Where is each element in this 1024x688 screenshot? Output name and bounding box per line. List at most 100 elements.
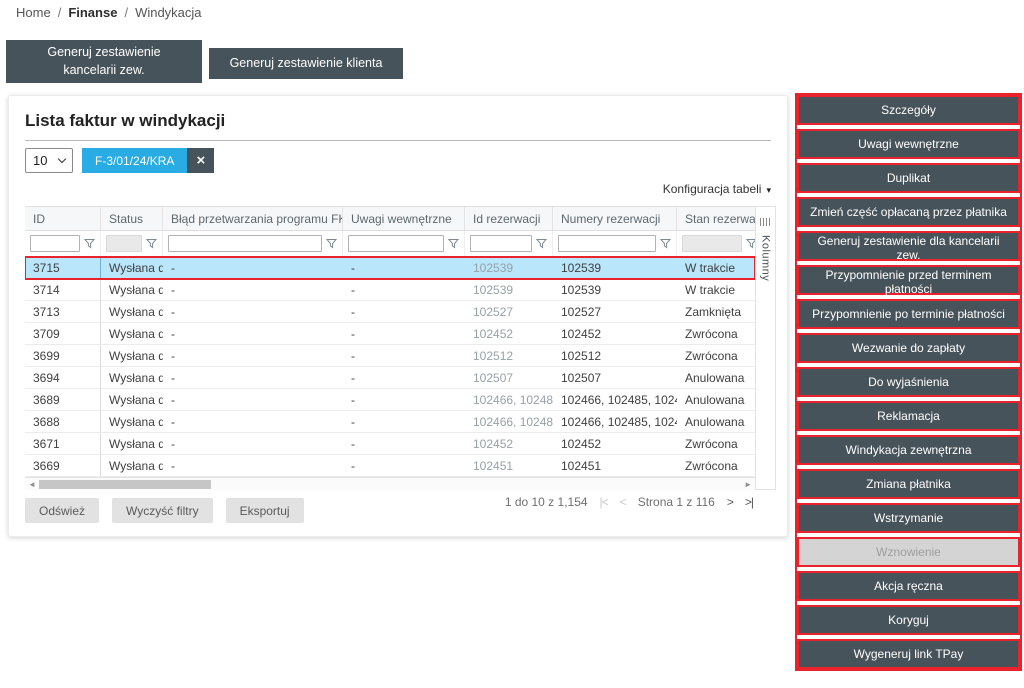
- filter-input-numery-rezerwacji[interactable]: [558, 235, 656, 252]
- cell: Wysłana d...: [101, 367, 163, 388]
- table-row-selected[interactable]: 3715Wysłana d...--102539102539W trakcie: [25, 257, 755, 279]
- page-size-value: 10: [33, 153, 47, 168]
- action-duplikat-button[interactable]: Duplikat: [797, 163, 1020, 193]
- action-przypomnienie-przed-terminem-płatności-button[interactable]: Przypomnienie przed terminem płatności: [797, 265, 1020, 295]
- filter-chip: F-3/01/24/KRA ×: [82, 148, 214, 173]
- filter-funnel-icon[interactable]: [448, 238, 459, 249]
- column-header-id-rezerwacji[interactable]: Id rezerwacji: [465, 207, 553, 230]
- cell: 3689: [25, 389, 101, 410]
- table-row[interactable]: 3688Wysłana d...--102466, 102485, ...102…: [25, 411, 755, 433]
- filter-cell-id: [25, 231, 101, 256]
- action-szczegóły-button[interactable]: Szczegóły: [797, 95, 1020, 125]
- filter-input-id[interactable]: [30, 235, 80, 252]
- table-row[interactable]: 3669Wysłana d...--102451102451Zwrócona: [25, 455, 755, 477]
- cell: Wysłana d...: [101, 411, 163, 432]
- column-header-id[interactable]: ID: [25, 207, 101, 230]
- horizontal-scrollbar[interactable]: ◄ ►: [25, 477, 755, 490]
- cell: 102527: [553, 301, 677, 322]
- filter-funnel-icon[interactable]: [536, 238, 547, 249]
- eksportuj-button[interactable]: Eksportuj: [226, 498, 304, 523]
- breadcrumb-item-finanse[interactable]: Finanse: [68, 5, 117, 20]
- cell: 3671: [25, 433, 101, 454]
- page-indicator: Strona 1 z 116: [638, 495, 715, 509]
- cell: 102512: [465, 345, 553, 366]
- generate-client-report-button[interactable]: Generuj zestawienie klienta: [209, 48, 403, 79]
- filter-funnel-icon[interactable]: [660, 238, 671, 249]
- cell: 102527: [465, 301, 553, 322]
- filter-funnel-icon[interactable]: [146, 238, 157, 249]
- table-config-dropdown[interactable]: Konfiguracja tabeli▾: [663, 182, 771, 196]
- remove-filter-button[interactable]: ×: [187, 148, 214, 173]
- action-windykacja-zewnętrzna-button[interactable]: Windykacja zewnętrzna: [797, 435, 1020, 465]
- column-header-stan-rezerwa[interactable]: Stan rezerwa: [677, 207, 755, 230]
- table-controls: 10 F-3/01/24/KRA ×: [25, 148, 214, 173]
- breadcrumb-separator: /: [58, 5, 62, 20]
- cell: -: [343, 257, 465, 278]
- cell: 102539: [465, 279, 553, 300]
- cell: -: [343, 389, 465, 410]
- table-row[interactable]: 3689Wysłana d...--102466, 102485, ...102…: [25, 389, 755, 411]
- cell: Zwrócona: [677, 433, 755, 454]
- filter-input-id-rezerwacji[interactable]: [470, 235, 532, 252]
- action-zmień-część-opłacaną-przez-płatnika-button[interactable]: Zmień część opłacaną przez płatnika: [797, 197, 1020, 227]
- cell: 102452: [465, 323, 553, 344]
- column-header-uwagi-wewnętrzne[interactable]: Uwagi wewnętrzne: [343, 207, 465, 230]
- table-row[interactable]: 3713Wysłana d...--102527102527Zamknięta: [25, 301, 755, 323]
- scroll-left-arrow-icon[interactable]: ◄: [28, 479, 36, 490]
- cell: -: [163, 411, 343, 432]
- filter-funnel-icon[interactable]: [84, 238, 95, 249]
- cell: Wysłana d...: [101, 455, 163, 476]
- table-config-label: Konfiguracja tabeli: [663, 182, 762, 196]
- table-row[interactable]: 3699Wysłana d...--102512102512Zwrócona: [25, 345, 755, 367]
- filter-funnel-icon[interactable]: [746, 238, 755, 249]
- action-akcja-ręczna-button[interactable]: Akcja ręczna: [797, 571, 1020, 601]
- cell: 102539: [553, 279, 677, 300]
- action-uwagi-wewnętrzne-button[interactable]: Uwagi wewnętrzne: [797, 129, 1020, 159]
- odśwież-button[interactable]: Odśwież: [25, 498, 99, 523]
- table-row[interactable]: 3671Wysłana d...--102452102452Zwrócona: [25, 433, 755, 455]
- table-row[interactable]: 3714Wysłana d...--102539102539W trakcie: [25, 279, 755, 301]
- cell: Wysłana d...: [101, 345, 163, 366]
- action-do-wyjaśnienia-button[interactable]: Do wyjaśnienia: [797, 367, 1020, 397]
- table-footer-buttons: Odśwież Wyczyść filtry Eksportuj: [25, 498, 304, 523]
- action-wezwanie-do-zapłaty-button[interactable]: Wezwanie do zapłaty: [797, 333, 1020, 363]
- scroll-right-arrow-icon[interactable]: ►: [744, 479, 752, 490]
- cell: 102539: [553, 257, 677, 278]
- action-wygeneruj-link-tpay-button[interactable]: Wygeneruj link TPay: [797, 639, 1020, 669]
- table-row[interactable]: 3709Wysłana d...--102452102452Zwrócona: [25, 323, 755, 345]
- cell: 102452: [553, 433, 677, 454]
- cell: 102451: [553, 455, 677, 476]
- columns-panel-tab[interactable]: Kolumny: [755, 206, 776, 490]
- cell: -: [163, 367, 343, 388]
- breadcrumb-item-home[interactable]: Home: [16, 5, 51, 20]
- page-size-select[interactable]: 10: [25, 148, 73, 173]
- cell: Anulowana: [677, 411, 755, 432]
- cell: Zamknięta: [677, 301, 755, 322]
- action-reklamacja-button[interactable]: Reklamacja: [797, 401, 1020, 431]
- filter-input-uwagi-wewnętrzne[interactable]: [348, 235, 444, 252]
- column-header-numery-rezerwacji[interactable]: Numery rezerwacji: [553, 207, 677, 230]
- filter-funnel-icon[interactable]: [326, 238, 337, 249]
- wyczyść-filtry-button[interactable]: Wyczyść filtry: [112, 498, 213, 523]
- filter-chip-label: F-3/01/24/KRA: [82, 148, 187, 173]
- breadcrumb-item-windykacja: Windykacja: [135, 5, 201, 20]
- column-header-błąd-przetwarzania-programu-fk[interactable]: Błąd przetwarzania programu FK: [163, 207, 343, 230]
- scrollbar-thumb[interactable]: [39, 480, 211, 489]
- table-row[interactable]: 3694Wysłana d...--102507102507Anulowana: [25, 367, 755, 389]
- action-zmiana-płatnika-button[interactable]: Zmiana płatnika: [797, 469, 1020, 499]
- action-wstrzymanie-button[interactable]: Wstrzymanie: [797, 503, 1020, 533]
- cell: Anulowana: [677, 367, 755, 388]
- next-page-button[interactable]: >: [727, 495, 733, 509]
- generate-external-office-report-button[interactable]: Generuj zestawienie kancelarii zew.: [6, 40, 202, 83]
- action-przypomnienie-po-terminie-płatności-button[interactable]: Przypomnienie po terminie płatności: [797, 299, 1020, 329]
- action-generuj-zestawienie-dla-kancelarii-zew-button[interactable]: Generuj zestawienie dla kancelarii zew.: [797, 231, 1020, 261]
- cell: 102507: [465, 367, 553, 388]
- action-koryguj-button[interactable]: Koryguj: [797, 605, 1020, 635]
- title-divider: [25, 140, 771, 141]
- breadcrumb: Home/Finanse/Windykacja: [16, 5, 209, 20]
- column-header-status[interactable]: Status: [101, 207, 163, 230]
- last-page-button[interactable]: >|: [745, 495, 753, 509]
- cell: -: [163, 323, 343, 344]
- cell: Wysłana d...: [101, 389, 163, 410]
- filter-input-błąd-przetwarzania-programu-fk[interactable]: [168, 235, 322, 252]
